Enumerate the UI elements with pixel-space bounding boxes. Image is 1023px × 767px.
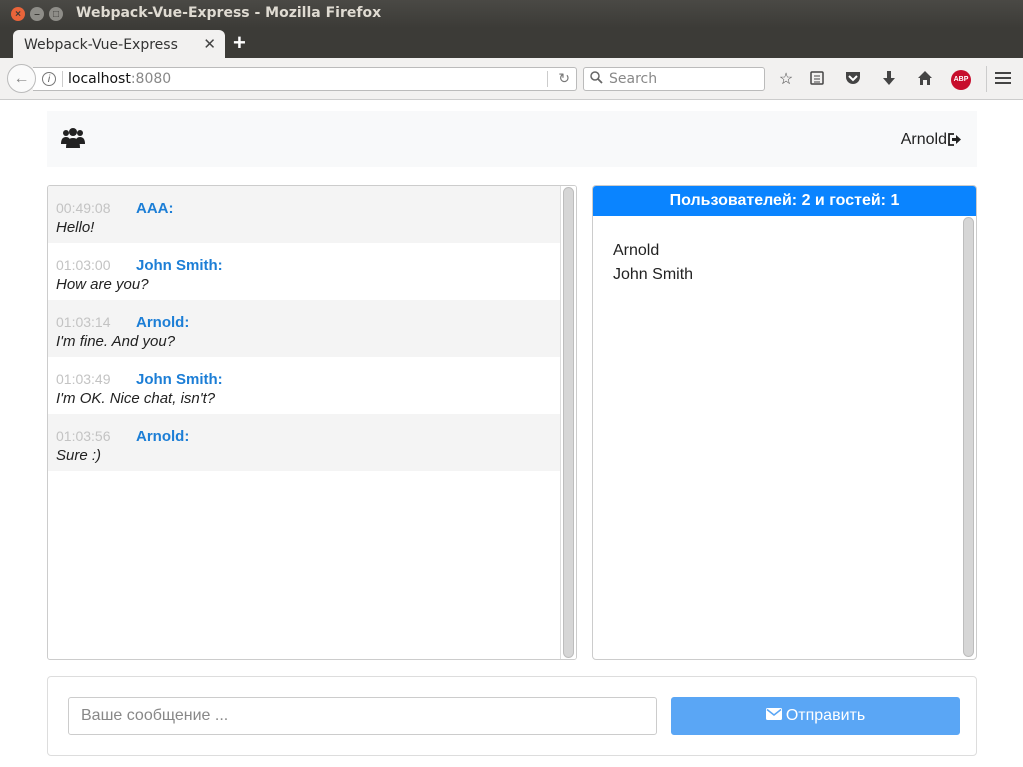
send-button[interactable]: Отправить <box>671 697 960 735</box>
message-composer: Отправить <box>47 676 977 756</box>
chat-scrollbar[interactable] <box>560 186 576 659</box>
message-time: 01:03:14 <box>56 314 111 330</box>
download-icon[interactable] <box>879 70 899 90</box>
user-list-item[interactable]: John Smith <box>613 263 693 287</box>
user-list-item[interactable]: Arnold <box>613 239 693 263</box>
current-user-name[interactable]: Arnold <box>901 131 947 149</box>
message-time: 01:03:49 <box>56 371 111 387</box>
message-time: 00:49:08 <box>56 200 111 216</box>
message-author: Arnold: <box>136 314 190 331</box>
message-text: I'm OK. Nice chat, isn't? <box>56 390 216 407</box>
users-list: Arnold John Smith <box>613 239 693 287</box>
toolbar-divider <box>986 66 987 92</box>
search-placeholder: Search <box>609 71 658 87</box>
chat-message: 01:03:14 Arnold: I'm fine. And you? <box>48 300 562 357</box>
window-maximize-button[interactable]: □ <box>49 7 63 21</box>
bookmark-star-icon[interactable]: ☆ <box>776 70 796 90</box>
chat-messages-panel[interactable]: 00:49:08 AAA: Hello! 01:03:00 John Smith… <box>47 185 577 660</box>
logout-icon[interactable] <box>947 133 961 150</box>
window-titlebar: × – □ Webpack-Vue-Express - Mozilla Fire… <box>0 0 1023 28</box>
reading-list-icon[interactable] <box>807 70 827 90</box>
chat-message: 00:49:08 AAA: Hello! <box>48 186 562 243</box>
adblock-plus-icon[interactable]: ABP <box>951 70 971 90</box>
message-author: Arnold: <box>136 428 190 445</box>
search-icon <box>590 71 603 87</box>
pocket-icon[interactable] <box>843 70 863 90</box>
home-icon[interactable] <box>915 70 935 90</box>
message-text: I'm fine. And you? <box>56 333 176 350</box>
reload-icon[interactable]: ↻ <box>558 70 570 87</box>
search-bar[interactable]: Search <box>583 67 765 91</box>
site-info-icon[interactable]: i <box>42 72 56 86</box>
online-users-panel: Пользователей: 2 и гостей: 1 Arnold John… <box>592 185 977 660</box>
message-author: John Smith: <box>136 257 223 274</box>
chat-scrollbar-thumb[interactable] <box>563 187 574 658</box>
chat-message: 01:03:56 Arnold: Sure :) <box>48 414 562 471</box>
message-input[interactable] <box>68 697 657 735</box>
abp-label: ABP <box>953 76 969 83</box>
back-button[interactable]: ← <box>7 64 36 93</box>
send-button-label: Отправить <box>785 707 866 724</box>
browser-tab[interactable]: Webpack-Vue-Express ✕ <box>13 30 225 58</box>
message-text: Hello! <box>56 219 95 236</box>
url-bar[interactable]: i localhost:8080 ↻ <box>33 67 577 91</box>
users-icon[interactable] <box>61 127 85 153</box>
navigation-toolbar: i localhost:8080 ↻ ← Search ☆ ABP <box>0 58 1023 100</box>
url-host: localhost <box>68 71 131 87</box>
new-tab-button[interactable]: + <box>233 30 246 56</box>
app-header: Arnold <box>47 111 977 167</box>
message-time: 01:03:00 <box>56 257 111 273</box>
url-divider-right <box>547 71 548 87</box>
message-time: 01:03:56 <box>56 428 111 444</box>
window-minimize-button[interactable]: – <box>30 7 44 21</box>
hamburger-menu-icon[interactable] <box>993 70 1013 90</box>
back-arrow-icon: ← <box>13 69 30 87</box>
url-text[interactable]: localhost:8080 <box>68 71 171 87</box>
tab-strip: Webpack-Vue-Express ✕ + <box>0 28 1023 58</box>
window-close-button[interactable]: × <box>11 7 25 21</box>
url-port: :8080 <box>130 71 172 87</box>
chat-message: 01:03:00 John Smith: How are you? <box>48 243 562 300</box>
tab-close-icon[interactable]: ✕ <box>203 35 216 53</box>
envelope-icon <box>765 707 782 725</box>
users-scrollbar-thumb[interactable] <box>963 217 974 657</box>
message-text: Sure :) <box>56 447 102 464</box>
url-divider <box>62 71 63 87</box>
message-text: How are you? <box>56 276 149 293</box>
tab-label: Webpack-Vue-Express <box>24 37 178 53</box>
users-panel-header: Пользователей: 2 и гостей: 1 <box>593 186 976 216</box>
chat-message: 01:03:49 John Smith: I'm OK. Nice chat, … <box>48 357 562 414</box>
message-author: John Smith: <box>136 371 223 388</box>
message-author: AAA: <box>136 200 174 217</box>
window-title: Webpack-Vue-Express - Mozilla Firefox <box>76 5 382 21</box>
